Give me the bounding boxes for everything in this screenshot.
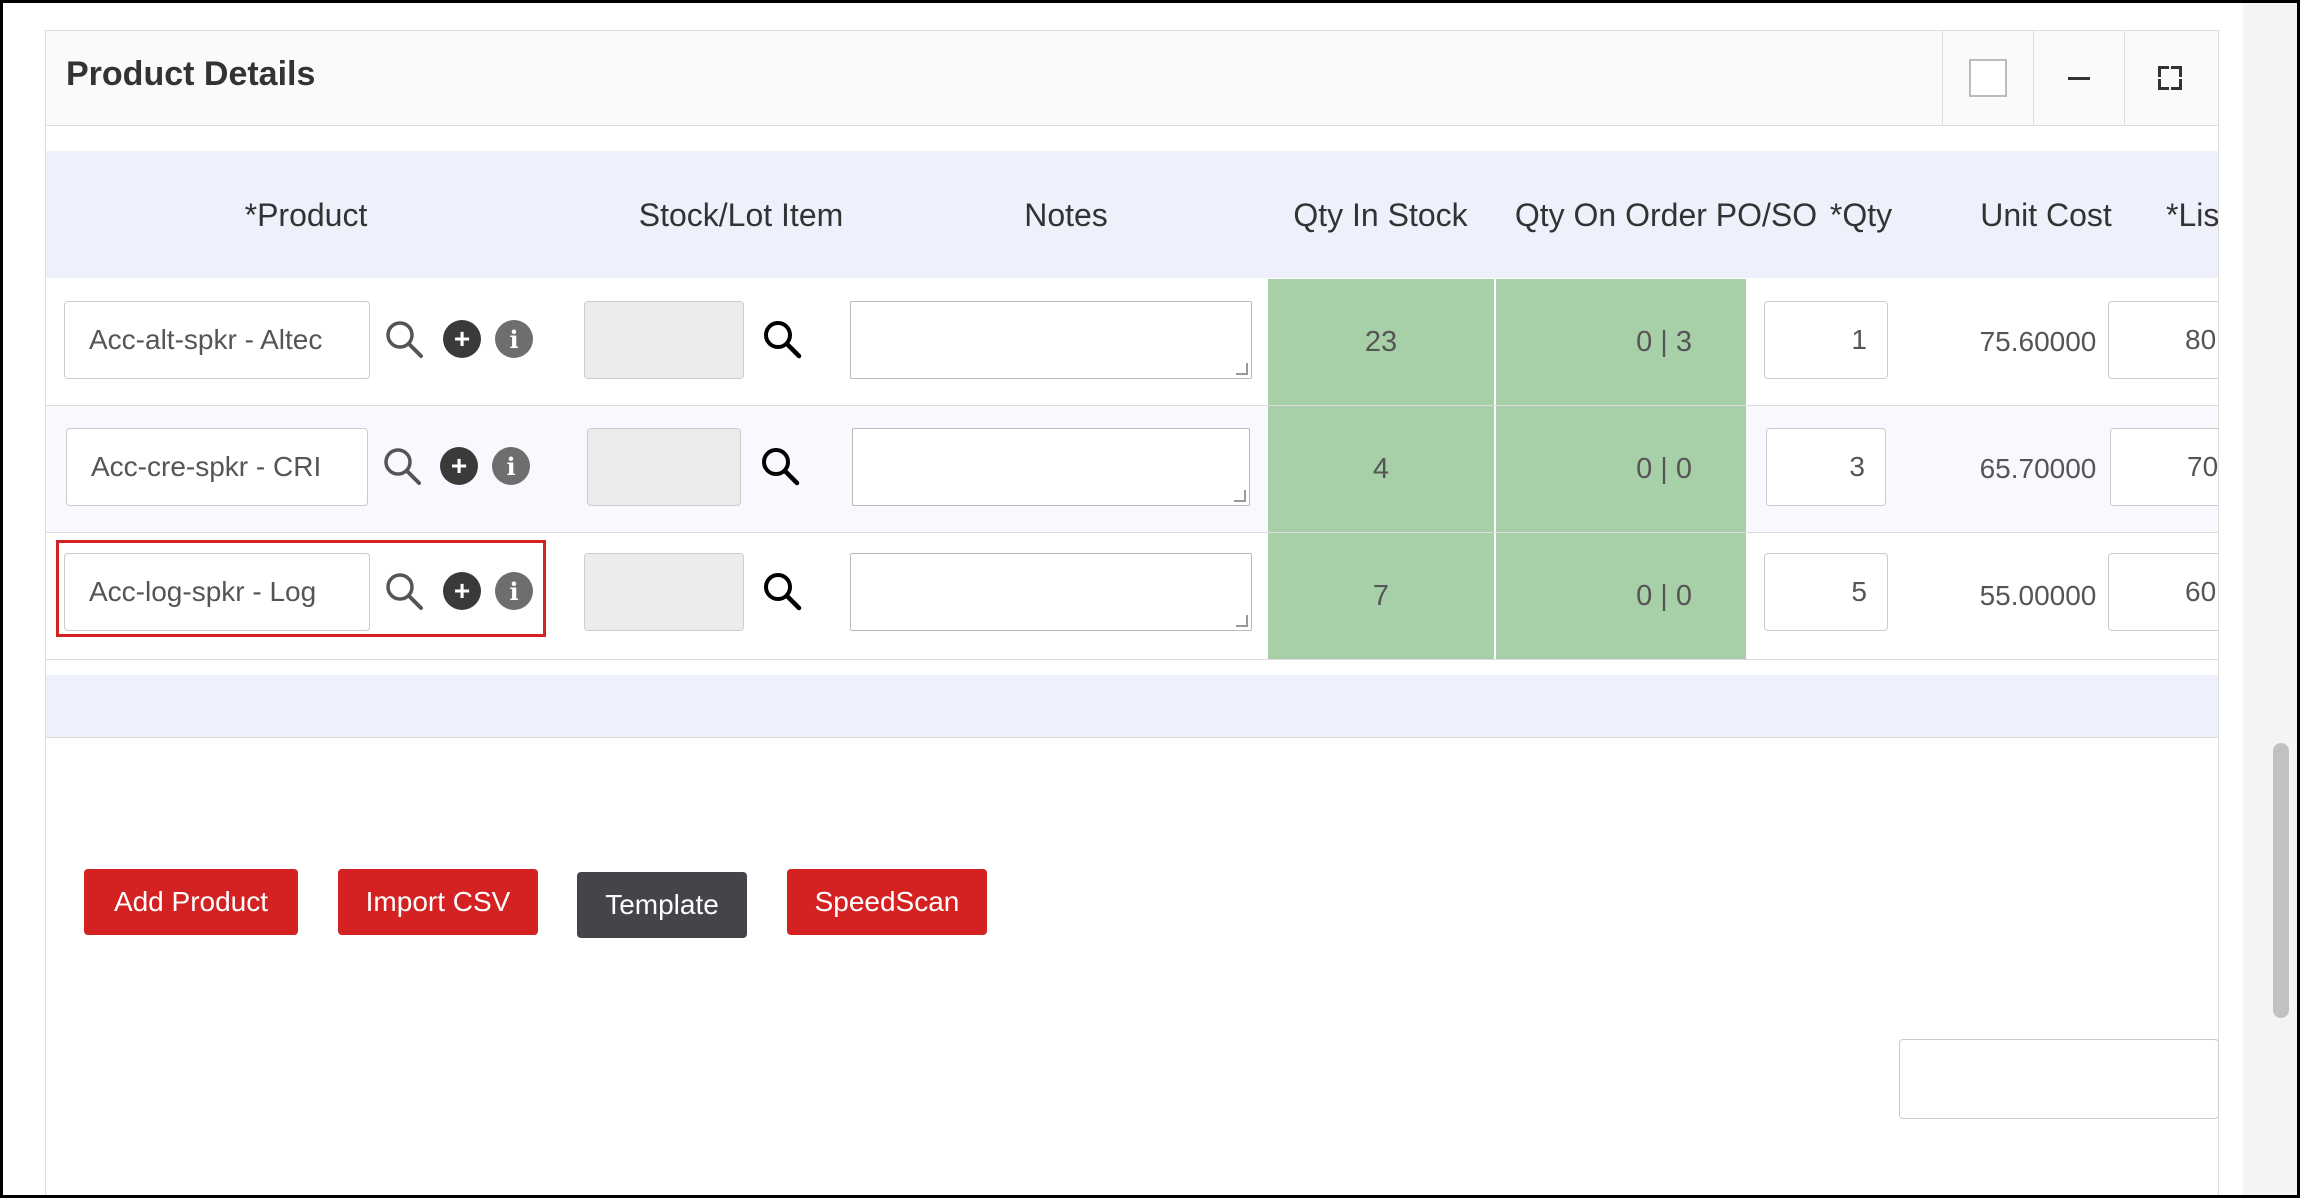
header-qty-in-stock: Qty In Stock: [1293, 196, 1468, 233]
info-circle-icon[interactable]: i: [495, 320, 533, 358]
qty-input[interactable]: 3: [1766, 428, 1886, 506]
notes-textarea[interactable]: [850, 301, 1252, 379]
fullscreen-button[interactable]: [2124, 31, 2215, 125]
stock-lot-field[interactable]: [584, 301, 744, 379]
list-price-input[interactable]: 80: [2108, 301, 2218, 379]
stock-lot-field[interactable]: [584, 553, 744, 631]
qty-in-stock-cell: 23: [1268, 279, 1494, 405]
bottom-input-field[interactable]: [1899, 1039, 2219, 1119]
list-price-input[interactable]: 60: [2108, 553, 2218, 631]
table-row: Acc-cre-spkr - CRI + i 4 0 | 0 3 65.7000…: [46, 406, 2218, 533]
table-header: *Product Stock/Lot Item Notes Qty In Sto…: [46, 151, 2218, 278]
panel-title: Product Details: [66, 55, 316, 93]
import-csv-button[interactable]: Import CSV: [338, 869, 538, 935]
header-qty-on-order: Qty On Order PO/SO: [1514, 196, 1818, 233]
speedscan-button[interactable]: SpeedScan: [787, 869, 987, 935]
plus-circle-icon[interactable]: +: [443, 320, 481, 358]
search-icon[interactable]: [762, 319, 802, 359]
product-input[interactable]: Acc-cre-spkr - CRI: [66, 428, 368, 506]
qty-in-stock-cell: 4: [1268, 406, 1494, 532]
table-footer: [46, 675, 2218, 738]
header-notes: Notes: [1024, 196, 1108, 233]
qty-input[interactable]: 1: [1764, 301, 1888, 379]
panel-header: Product Details: [46, 31, 2218, 126]
list-price-input[interactable]: 70: [2110, 428, 2218, 506]
add-product-button[interactable]: Add Product: [84, 869, 298, 935]
checkbox-icon[interactable]: [1969, 59, 2007, 97]
search-icon[interactable]: [384, 319, 424, 359]
notes-textarea[interactable]: [852, 428, 1250, 506]
plus-circle-icon[interactable]: +: [440, 447, 478, 485]
minimize-button[interactable]: [2033, 31, 2124, 125]
template-button[interactable]: Template: [577, 872, 747, 938]
header-list: *List: [2166, 196, 2219, 233]
window-frame: Product Details *Product Stock/Lot Item …: [0, 0, 2300, 1198]
info-circle-icon[interactable]: i: [492, 447, 530, 485]
scrollbar-thumb[interactable]: [2273, 743, 2289, 1018]
search-icon[interactable]: [762, 571, 802, 611]
header-qty: *Qty: [1829, 196, 1893, 233]
qty-on-order-cell: 0 | 3: [1496, 279, 1746, 405]
table-row: Acc-alt-spkr - Altec + i 23 0 | 3 1 75.6…: [46, 279, 2218, 406]
selected-product-highlight: [56, 540, 546, 637]
stock-lot-field[interactable]: [587, 428, 741, 506]
minimize-icon: [2068, 76, 2090, 80]
qty-input[interactable]: 5: [1764, 553, 1888, 631]
search-icon[interactable]: [382, 446, 422, 486]
qty-in-stock-cell: 7: [1268, 533, 1494, 659]
unit-cost-value: 65.70000: [1979, 453, 2097, 484]
header-unit-cost: Unit Cost: [1980, 196, 2112, 233]
qty-on-order-cell: 0 | 0: [1496, 406, 1746, 532]
select-panel-control[interactable]: [1942, 31, 2033, 125]
qty-on-order-cell: 0 | 0: [1496, 533, 1746, 659]
search-icon[interactable]: [760, 446, 800, 486]
notes-textarea[interactable]: [850, 553, 1252, 631]
header-product: *Product: [244, 196, 368, 233]
scrollbar-track[interactable]: [2243, 3, 2297, 1195]
product-input[interactable]: Acc-alt-spkr - Altec: [64, 301, 370, 379]
fullscreen-icon: [2158, 66, 2182, 90]
